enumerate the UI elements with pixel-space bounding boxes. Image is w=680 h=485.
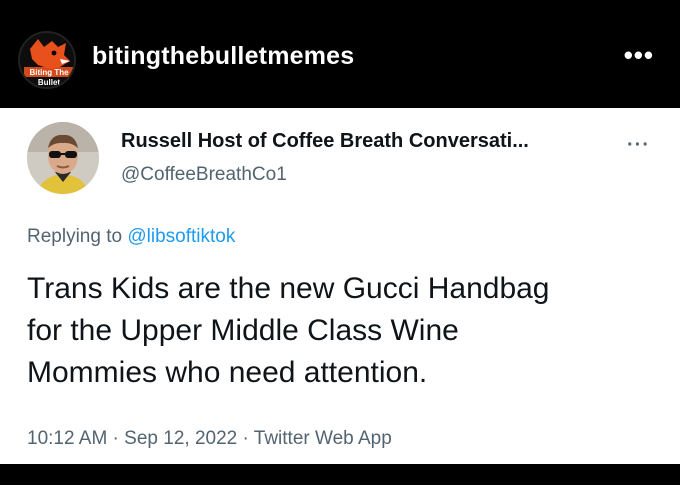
tweet-text-line: Mommies who need attention.	[27, 356, 428, 389]
tweet-text-line: Trans Kids are the new Gucci Handbag	[27, 272, 550, 305]
meta-separator: ·	[107, 428, 125, 449]
profile-avatar[interactable]: Biting The Bullet	[18, 31, 76, 89]
tweet-card: Russell Host of Coffee Breath Conversati…	[0, 108, 680, 464]
post-more-options-icon[interactable]: •••	[624, 42, 654, 68]
tweet-text-line: for the Upper Middle Class Wine	[27, 314, 459, 347]
tweet-time[interactable]: 10:12 AM	[27, 428, 107, 449]
tweet-display-name[interactable]: Russell Host of Coffee Breath Conversati…	[121, 130, 529, 153]
post-header: Biting The Bullet bitingthebulletmemes •…	[0, 0, 680, 108]
tweet-author-avatar[interactable]	[27, 122, 99, 194]
replying-to-mention[interactable]: @libsoftiktok	[127, 226, 235, 247]
post-username[interactable]: bitingthebulletmemes	[92, 42, 354, 71]
tweet-source[interactable]: Twitter Web App	[254, 428, 392, 449]
tweet-handle[interactable]: @CoffeeBreathCo1	[121, 164, 287, 186]
svg-text:Bullet: Bullet	[38, 78, 61, 87]
meta-separator: ·	[237, 428, 254, 449]
person-sunglasses-avatar-icon	[27, 122, 99, 194]
fox-logo-icon: Biting The Bullet	[20, 33, 74, 87]
replying-to-line: Replying to @libsoftiktok	[27, 226, 235, 248]
bottom-strip	[0, 464, 680, 485]
tweet-more-options-icon[interactable]: ···	[627, 134, 650, 157]
svg-text:Biting The: Biting The	[29, 68, 69, 77]
tweet-text: Trans Kids are the new Gucci Handbag for…	[27, 268, 667, 394]
screenshot-frame: Biting The Bullet bitingthebulletmemes •…	[0, 0, 680, 485]
tweet-date[interactable]: Sep 12, 2022	[124, 428, 237, 449]
tweet-metadata: 10:12 AM · Sep 12, 2022 · Twitter Web Ap…	[27, 428, 392, 450]
replying-to-prefix: Replying to	[27, 226, 128, 247]
